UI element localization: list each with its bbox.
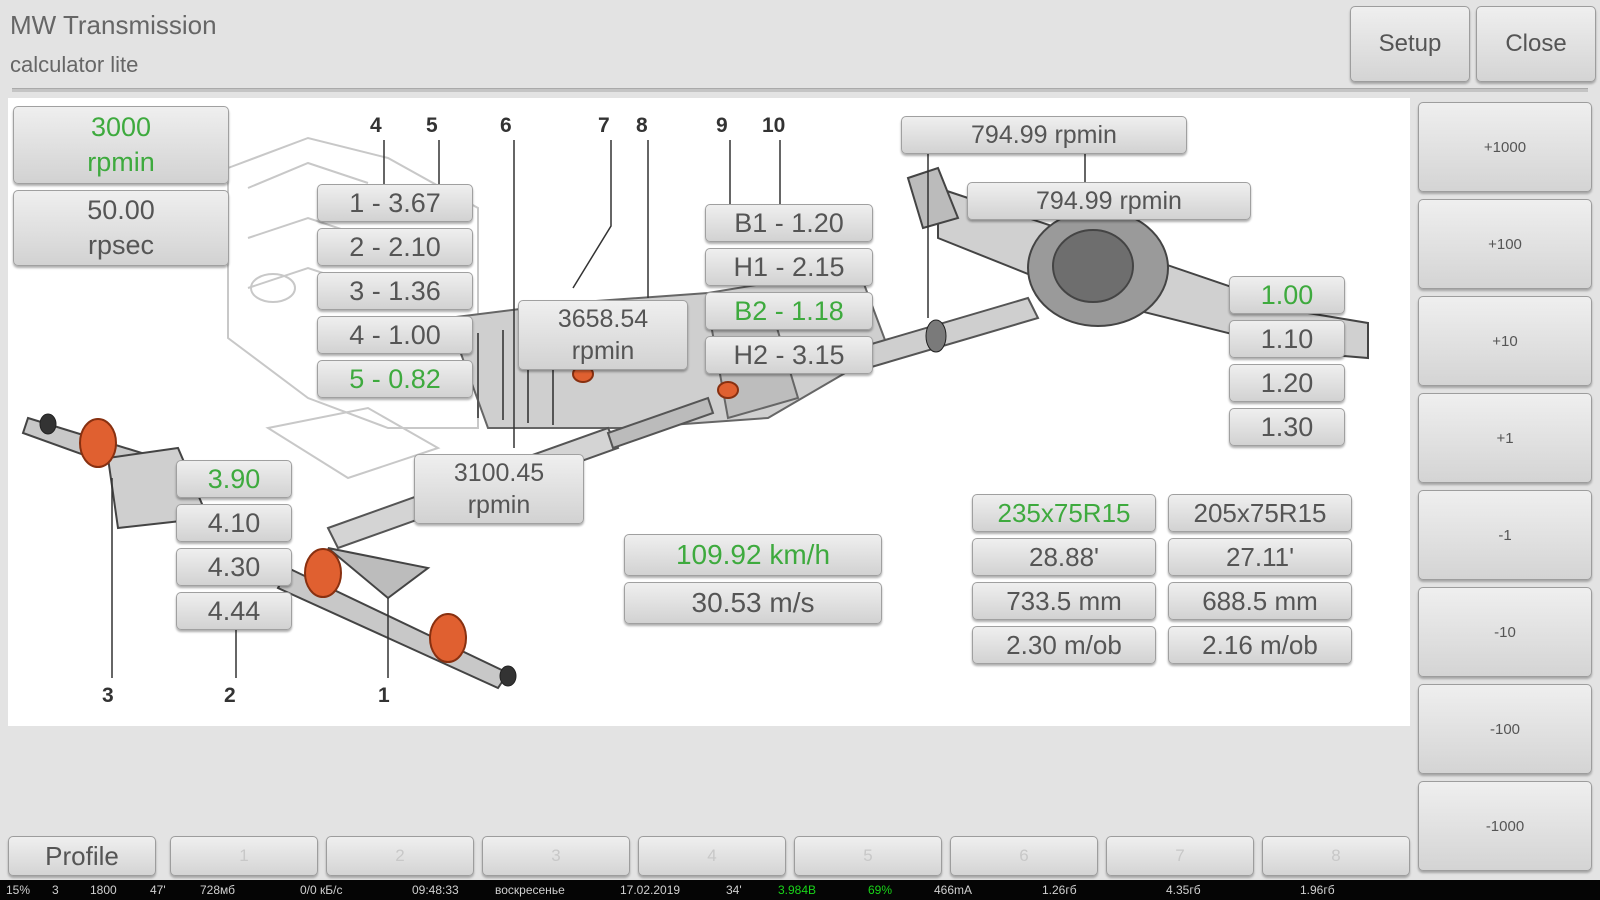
status-item: 69% [868, 883, 893, 897]
engine-rpm-value: 3000 [90, 111, 152, 142]
diagram-number: 5 [426, 114, 438, 137]
status-item: 1800 [90, 883, 117, 897]
gearbox-output-rpm-unit: rpmin [571, 337, 635, 365]
final-drive-ratio-selected[interactable]: 3.90 [176, 460, 292, 498]
final-drive-ratio[interactable]: 4.10 [176, 504, 292, 542]
gearbox-output-rpm: 3658.54 rpmin [518, 300, 688, 370]
rear-axle-rpm: 794.99 rpmin [901, 116, 1187, 154]
tire-diameter-mm: 733.5 mm [972, 582, 1156, 620]
decrement-minus-1-button[interactable]: -1 [1418, 490, 1592, 580]
setup-button[interactable]: Setup [1350, 6, 1470, 82]
transfer-ratio-h2[interactable]: H2 - 3.15 [705, 336, 873, 374]
engine-rpm-unit: rpmin [87, 147, 155, 177]
engine-rpm-display[interactable]: 3000 rpmin [13, 106, 229, 184]
engine-rps-value: 50.00 [87, 194, 155, 225]
tire-size-selected[interactable]: 235x75R15 [972, 494, 1156, 532]
diagram-number: 9 [716, 114, 728, 137]
transfer-ratio-h1[interactable]: H1 - 2.15 [705, 248, 873, 286]
final-drive-ratio[interactable]: 4.30 [176, 548, 292, 586]
status-item: 3.984В [778, 883, 817, 897]
increment-plus-10-button[interactable]: +10 [1418, 296, 1592, 386]
tire-circumference: 2.30 m/ob [972, 626, 1156, 664]
diagram-number: 6 [500, 114, 512, 137]
status-item: 15% [6, 883, 31, 897]
extra-ratio[interactable]: 1.10 [1229, 320, 1345, 358]
profile-slot-5-button[interactable]: 5 [794, 836, 942, 876]
extra-ratio[interactable]: 1.20 [1229, 364, 1345, 402]
tire-diameter-mm: 688.5 mm [1168, 582, 1352, 620]
speed-ms: 30.53 m/s [624, 582, 882, 624]
extra-ratio[interactable]: 1.30 [1229, 408, 1345, 446]
increment-plus-100-button[interactable]: +100 [1418, 199, 1592, 289]
profile-slot-8-button[interactable]: 8 [1262, 836, 1410, 876]
gear-ratio-1[interactable]: 1 - 3.67 [317, 184, 473, 222]
system-status-bar: 15% 3 1800 47' 728мб 0/0 кБ/с 09:48:33 в… [0, 880, 1600, 900]
tire-diameter-inches: 27.11' [1168, 538, 1352, 576]
gear-ratio-2[interactable]: 2 - 2.10 [317, 228, 473, 266]
app-subtitle: calculator lite [10, 52, 139, 77]
gearbox-output-rpm-value: 3658.54 [557, 304, 649, 333]
status-item: 4.35гб [1166, 883, 1201, 897]
diagram-number: 3 [102, 684, 114, 707]
profile-button[interactable]: Profile [8, 836, 156, 876]
status-item: воскресенье [495, 883, 565, 897]
increment-plus-1000-button[interactable]: +1000 [1418, 102, 1592, 192]
wheel-rpm: 794.99 rpmin [967, 182, 1251, 220]
gear-ratio-3[interactable]: 3 - 1.36 [317, 272, 473, 310]
status-item: 466mA [934, 883, 973, 897]
transmission-diagram: 4 5 6 7 8 9 10 3 2 1 3000 rpmin 50.00 rp… [8, 98, 1410, 726]
close-button[interactable]: Close [1476, 6, 1596, 82]
status-item: 34' [726, 883, 742, 897]
profile-slot-7-button[interactable]: 7 [1106, 836, 1254, 876]
gear-ratio-5-selected[interactable]: 5 - 0.82 [317, 360, 473, 398]
status-item: 1.26гб [1042, 883, 1077, 897]
transfer-ratio-b1[interactable]: B1 - 1.20 [705, 204, 873, 242]
increment-plus-1-button[interactable]: +1 [1418, 393, 1592, 483]
engine-rps-unit: rpsec [87, 230, 155, 260]
gear-ratio-4[interactable]: 4 - 1.00 [317, 316, 473, 354]
status-item: 09:48:33 [412, 883, 459, 897]
status-item: 728мб [200, 883, 236, 897]
extra-ratio-selected[interactable]: 1.00 [1229, 276, 1345, 314]
speed-kmh: 109.92 km/h [624, 534, 882, 576]
decrement-minus-100-button[interactable]: -100 [1418, 684, 1592, 774]
status-item: 3 [52, 883, 59, 897]
diagram-number: 4 [370, 114, 382, 137]
tire-circumference: 2.16 m/ob [1168, 626, 1352, 664]
diagram-number: 1 [378, 684, 390, 707]
transfer-ratio-b2-selected[interactable]: B2 - 1.18 [705, 292, 873, 330]
tire-diameter-inches: 28.88' [972, 538, 1156, 576]
profile-slot-6-button[interactable]: 6 [950, 836, 1098, 876]
profile-slot-3-button[interactable]: 3 [482, 836, 630, 876]
decrement-minus-1000-button[interactable]: -1000 [1418, 781, 1592, 871]
diagram-number: 8 [636, 114, 648, 137]
driveshaft-rpm: 3100.45 rpmin [414, 454, 584, 524]
status-item: 1.96гб [1300, 883, 1335, 897]
decrement-minus-10-button[interactable]: -10 [1418, 587, 1592, 677]
status-item: 0/0 кБ/с [300, 883, 343, 897]
driveshaft-rpm-value: 3100.45 [453, 458, 545, 487]
tire-size[interactable]: 205x75R15 [1168, 494, 1352, 532]
diagram-number: 10 [762, 114, 786, 137]
diagram-number: 7 [598, 114, 610, 137]
profile-slot-2-button[interactable]: 2 [326, 836, 474, 876]
driveshaft-rpm-unit: rpmin [467, 491, 531, 519]
status-item: 47' [150, 883, 166, 897]
profile-slot-1-button[interactable]: 1 [170, 836, 318, 876]
header-divider [12, 88, 1588, 92]
diagram-number: 2 [224, 684, 236, 707]
final-drive-ratio[interactable]: 4.44 [176, 592, 292, 630]
status-item: 17.02.2019 [620, 883, 681, 897]
profile-slot-4-button[interactable]: 4 [638, 836, 786, 876]
app-title: MW Transmission [10, 10, 217, 40]
engine-rps-display: 50.00 rpsec [13, 190, 229, 266]
